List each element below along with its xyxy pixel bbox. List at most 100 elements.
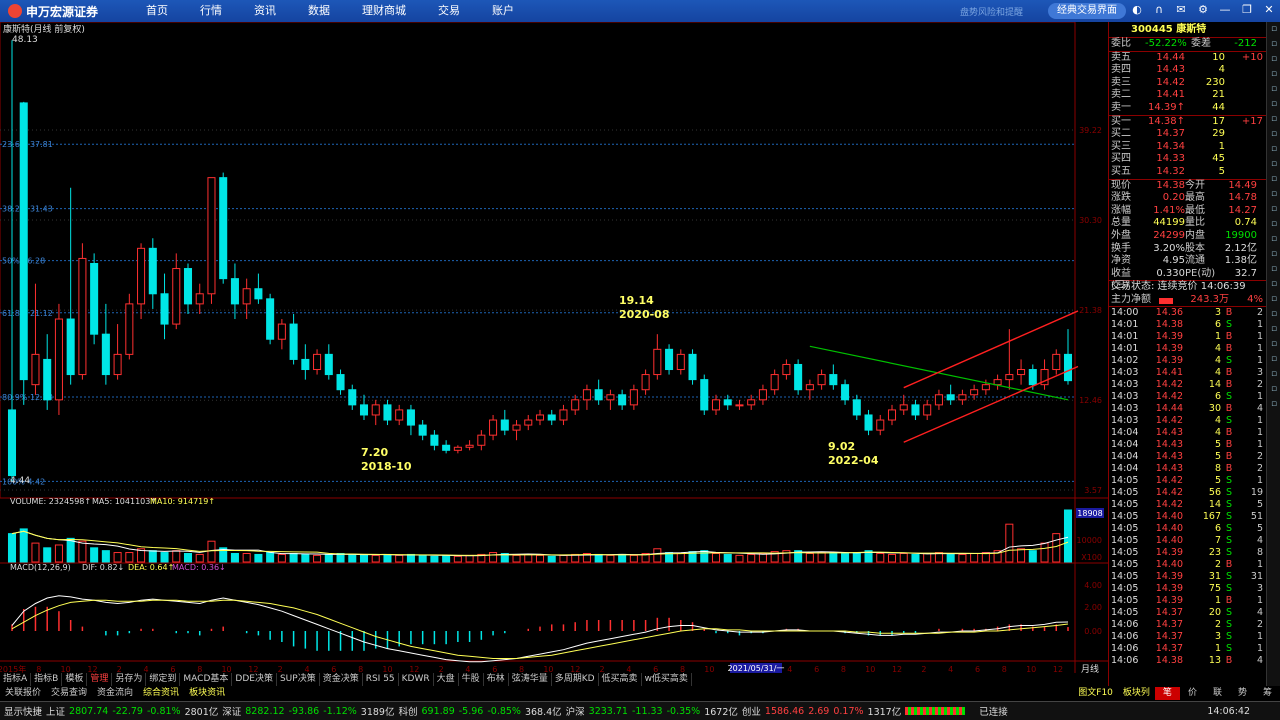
indicator-tab[interactable]: 绑定到 [146,673,181,686]
stat-row[interactable]: 现价 14.38 今开 14.49 [1109,180,1266,193]
classic-trade-button[interactable]: 经典交易界面 [1048,3,1126,19]
pin-icon[interactable]: ▫ [1267,307,1280,322]
info-tab[interactable]: 板块资讯 [184,687,230,700]
info-tab[interactable]: 资金流向 [92,687,138,700]
nav-market[interactable]: 行情 [184,0,238,22]
info-icon[interactable]: ▫ [1267,187,1280,202]
stat-row[interactable]: 净资 4.95 流通 1.38亿 [1109,255,1266,268]
chart-icon[interactable]: ▫ [1267,97,1280,112]
pen-icon[interactable]: ▫ [1267,292,1280,307]
stat-row[interactable]: 涨幅 1.41% 最低 14.27 [1109,205,1266,218]
table-icon[interactable]: ▫ [1267,112,1280,127]
indicator-tab[interactable]: 管理 [87,673,113,686]
indicator-tab[interactable]: 资金决策 [320,673,363,686]
indicator-tab[interactable]: w低买高卖 [642,673,692,686]
indicator-tab[interactable]: DDE决策 [232,673,277,686]
stat-row[interactable]: 外盘 24299 内盘 19900 [1109,230,1266,243]
mail-icon[interactable]: ✉ [1174,3,1188,17]
indicator-tab[interactable]: 指标A [0,673,32,686]
bid-row[interactable]: 买四 14.33 45 [1109,153,1266,166]
indicator-tab[interactable]: MACD基本 [180,673,233,686]
candle-up [172,268,181,325]
tick-list[interactable]: 14:00 14.36 3 B 2 14:01 14.38 6 S 1 14:01 14.39 1 B 1 1… [1109,307,1266,667]
info-tab[interactable]: 综合资讯 [138,687,184,700]
risk-hint[interactable]: 盘势风险和提醒 [960,5,1023,18]
sector-icon[interactable]: ▫ [1267,367,1280,382]
f10-tab[interactable]: 图文F10 [1073,687,1118,700]
ask-row[interactable]: 卖四 14.43 4 [1109,64,1266,77]
ask-row[interactable]: 卖三 14.42 230 [1109,77,1266,90]
stock-code-name[interactable]: 300445 康斯特 [1109,22,1266,38]
quick-menu[interactable]: 显示快捷 [4,704,42,718]
volume-bar [160,552,169,563]
connection-status[interactable]: 已连接 [979,704,1008,718]
indicator-tab[interactable]: 大盘 [434,673,459,686]
nav-news[interactable]: 资讯 [238,0,292,22]
kline-chart[interactable]: 23.6% 37.8138.2% 31.4350% 26.2861.8% 21.… [0,22,1108,673]
indicator-tab[interactable]: 牛股 [459,673,484,686]
more-icon[interactable]: ▫ [1267,397,1280,412]
star-icon[interactable]: ▫ [1267,172,1280,187]
indicator-tab[interactable]: KDWR [399,673,434,686]
share-icon[interactable]: ▫ [1267,217,1280,232]
bid-row[interactable]: 买一 14.38↑ 17 +17 [1109,116,1266,129]
lock-icon[interactable]: ▫ [1267,157,1280,172]
minimize-icon[interactable]: — [1218,3,1232,17]
stat-row[interactable]: 涨跌 0.20 最高 14.78 [1109,192,1266,205]
panel-tab[interactable]: 笔 [1154,687,1180,700]
panel-tab[interactable]: 势 [1230,687,1255,700]
nav-wealth-mall[interactable]: 理财商城 [346,0,422,22]
ask-row[interactable]: 卖一 14.39↑ 44 [1109,102,1266,115]
rsi-icon[interactable]: ▫ [1267,247,1280,262]
move-icon[interactable]: ▫ [1267,262,1280,277]
headset-icon[interactable]: ∩ [1152,3,1166,17]
compass-icon[interactable]: ▫ [1267,277,1280,292]
indicator-tab[interactable]: SUP决策 [277,673,320,686]
indicator-tab[interactable]: 弦涛华量 [509,673,552,686]
indicator-tab[interactable]: 多周期KD [552,673,599,686]
line-icon[interactable]: ▫ [1267,352,1280,367]
info-tab[interactable]: 关联报价 [0,687,46,700]
panel-tab[interactable]: 联 [1205,687,1230,700]
indicator-tab[interactable]: 布林 [484,673,509,686]
minus-icon[interactable]: ▫ [1267,37,1280,52]
zoom-icon[interactable]: ▫ [1267,127,1280,142]
f10-tab[interactable]: 板块列 [1118,687,1155,700]
restore-icon[interactable]: ❐ [1240,3,1254,17]
stat-row[interactable]: 换手 3.20% 股本 2.12亿 [1109,243,1266,256]
fib-icon[interactable]: ▫ [1267,382,1280,397]
stat-row[interactable]: 收益(三) 0.330 PE(动) 32.7 [1109,268,1266,292]
panel-tab[interactable]: 筹 [1255,687,1280,700]
plus-icon[interactable]: ▫ [1267,22,1280,37]
tick-time: 14:03 [1111,379,1139,391]
square-icon[interactable]: ▫ [1267,337,1280,352]
nav-data[interactable]: 数据 [292,0,346,22]
indicator-tab[interactable]: 低买高卖 [599,673,642,686]
nav-account[interactable]: 账户 [476,0,530,22]
refresh-icon[interactable]: ▫ [1267,202,1280,217]
ask-row[interactable]: 卖五 14.44 10 +10 [1109,52,1266,65]
ask-row[interactable]: 卖二 14.41 21 [1109,89,1266,102]
bid-row[interactable]: 买三 14.34 1 [1109,141,1266,154]
panel-tab[interactable]: 价 [1180,687,1205,700]
text-icon[interactable]: ▫ [1267,322,1280,337]
indicator-tab[interactable]: 指标B [31,673,63,686]
brand-logo[interactable]: 申万宏源证券 [0,0,110,22]
indicator-tab[interactable]: RSI 55 [363,673,399,686]
nav-home[interactable]: 首页 [130,0,184,22]
indicator-tab[interactable]: 另存为 [112,673,147,686]
grid-icon[interactable]: ▫ [1267,82,1280,97]
info-tab[interactable]: 交易查询 [46,687,92,700]
theme-icon[interactable]: ◐ [1130,3,1144,17]
bid-row[interactable]: 买五 14.32 5 [1109,166,1266,179]
close-icon[interactable]: ✕ [1262,3,1276,17]
stat-row[interactable]: 总量 44199 量比 0.74 [1109,217,1266,230]
indicator-tab[interactable]: 模板 [62,673,88,686]
bid-row[interactable]: 买二 14.37 29 [1109,128,1266,141]
settings-icon[interactable]: ⚙ [1196,3,1210,17]
list-icon[interactable]: ▫ [1267,67,1280,82]
window-icon[interactable]: ▫ [1267,52,1280,67]
gear-icon[interactable]: ▫ [1267,232,1280,247]
nav-trade[interactable]: 交易 [422,0,476,22]
pen-icon[interactable]: ▫ [1267,142,1280,157]
